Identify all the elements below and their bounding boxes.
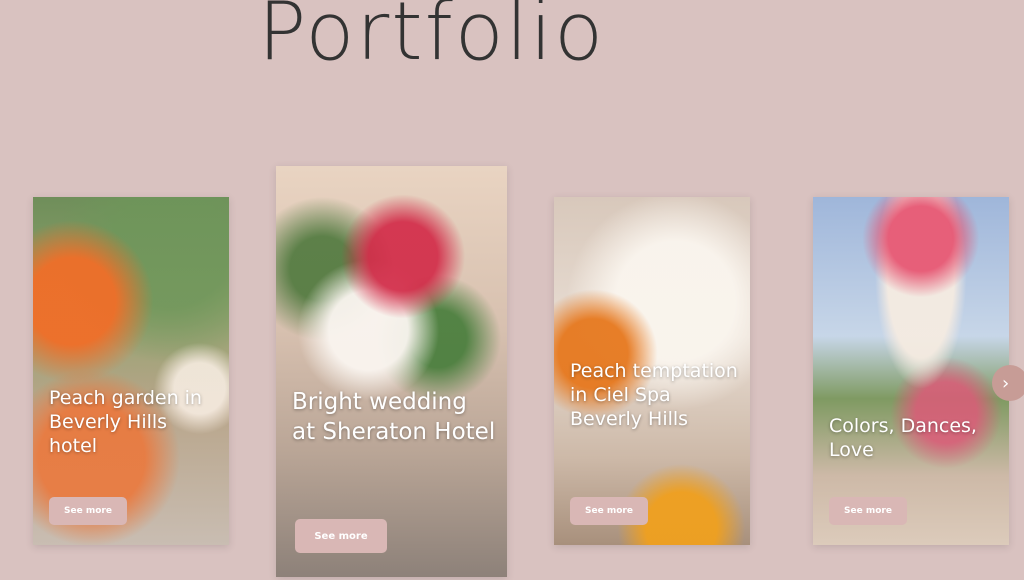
chevron-right-icon[interactable]: ›: [992, 365, 1024, 401]
see-more-button[interactable]: See more: [829, 497, 907, 525]
see-more-button[interactable]: See more: [295, 519, 387, 553]
card-title: Colors, Dances, Love: [829, 415, 977, 461]
card-photo: [276, 166, 507, 577]
card-title: Peach garden in Beverly Hills hotel: [49, 387, 202, 457]
portfolio-card[interactable]: Colors, Dances, Love See more: [813, 197, 1009, 545]
portfolio-card[interactable]: Peach temptation in Ciel Spa Beverly Hil…: [554, 197, 750, 545]
card-title: Bright wedding at Sheraton Hotel: [292, 389, 496, 445]
page-title: Portfolio: [258, 0, 606, 78]
portfolio-card[interactable]: Peach garden in Beverly Hills hotel See …: [33, 197, 229, 545]
see-more-button[interactable]: See more: [570, 497, 648, 525]
see-more-button[interactable]: See more: [49, 497, 127, 525]
card-photo: [33, 197, 229, 545]
card-title: Peach temptation in Ciel Spa Beverly Hil…: [570, 360, 738, 430]
portfolio-card[interactable]: Bright wedding at Sheraton Hotel See mor…: [276, 166, 507, 577]
card-photo: [813, 197, 1009, 545]
